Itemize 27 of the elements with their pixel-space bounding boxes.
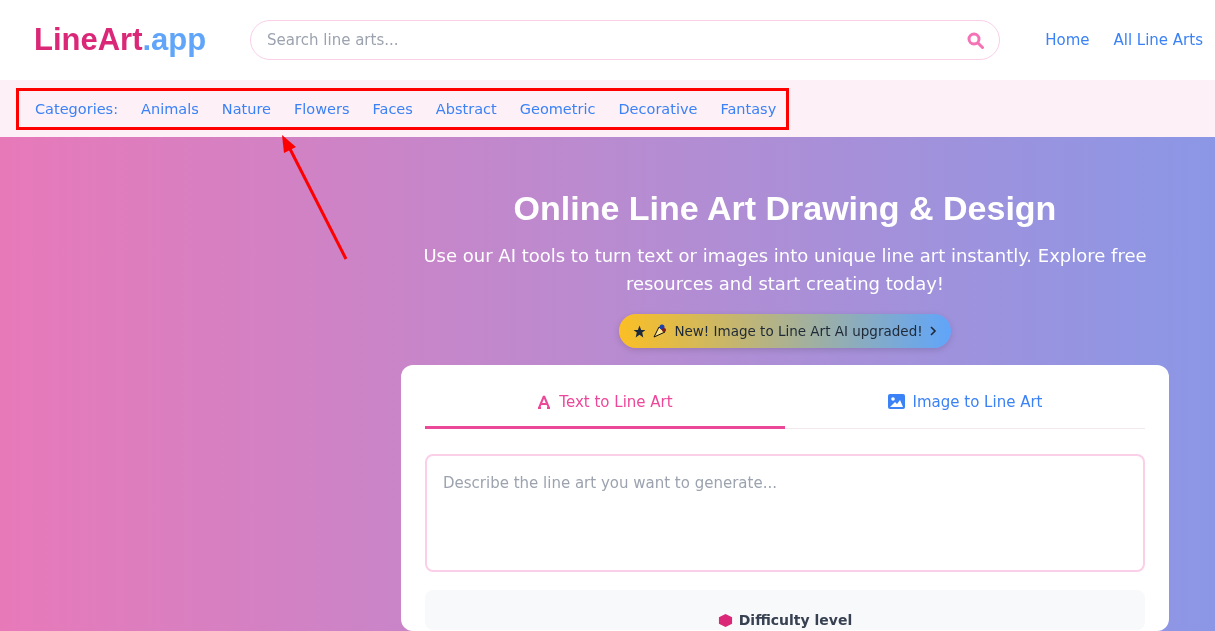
category-link[interactable]: Nature — [221, 100, 271, 117]
category-link[interactable]: Faces — [372, 100, 413, 117]
logo[interactable]: LineArt.app — [34, 22, 250, 58]
star-icon — [633, 324, 647, 338]
announcement-badge[interactable]: New! Image to Line Art AI upgraded! — [619, 314, 951, 348]
mode-tab[interactable]: Text to Line Art — [425, 377, 785, 429]
chevron-icon — [928, 325, 937, 337]
category-link[interactable]: Animals — [141, 100, 199, 117]
category-link[interactable]: Flowers — [293, 100, 350, 117]
prompt-field[interactable]: Describe the line art you want to generate... — [425, 454, 1145, 572]
mode-tab[interactable]: Image to Line Art — [785, 377, 1145, 429]
image-icon — [887, 394, 905, 409]
category-link[interactable]: Fantasy — [720, 100, 777, 117]
category-link[interactable]: Geometric — [519, 100, 596, 117]
hero-subtitle: Use our AI tools to turn text or images into unique line art instantly. Explore free resources and start creating today! — [422, 244, 1148, 296]
category-link[interactable]: Decorative — [618, 100, 698, 117]
categories-label: Categories: — [35, 100, 119, 117]
nav-link[interactable]: Home — [1045, 31, 1090, 49]
badge-text: New! Image to Line Art AI upgraded! — [674, 323, 923, 339]
category-link[interactable]: Abstract — [435, 100, 497, 117]
nav-link[interactable]: All Line Arts — [1113, 31, 1203, 49]
search-field[interactable]: Search line arts... — [250, 20, 1000, 60]
font-icon — [537, 394, 552, 409]
search-icon[interactable] — [967, 32, 984, 49]
difficulty-label: Difficulty level — [738, 612, 853, 628]
cube-icon — [717, 613, 733, 628]
hero-title: Online Line Art Drawing & Design — [513, 189, 1057, 228]
